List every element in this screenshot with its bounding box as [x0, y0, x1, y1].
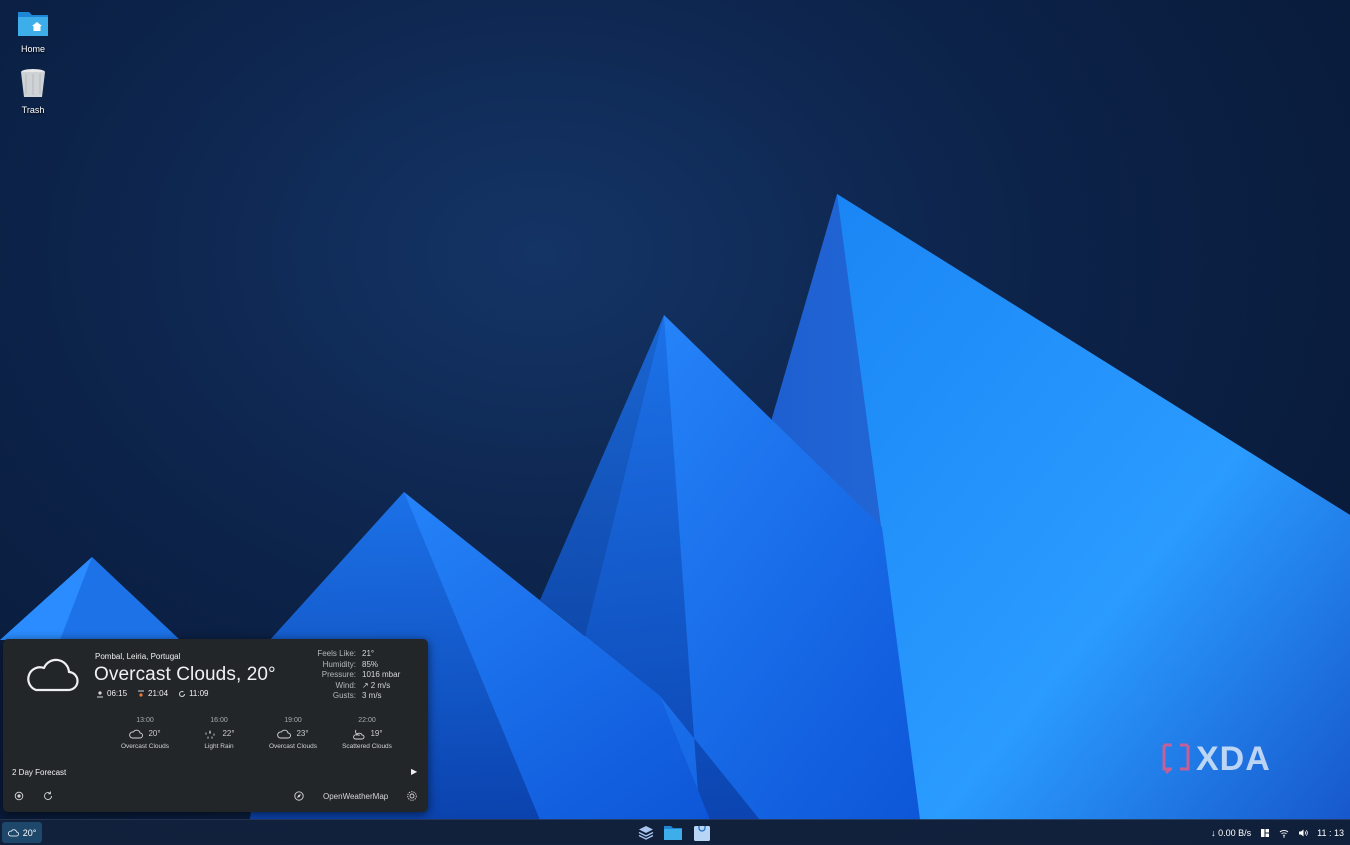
- app-store-icon[interactable]: [692, 823, 712, 842]
- detail-row: Wind: ↗ 2 m/s: [303, 681, 400, 692]
- volume-icon[interactable]: [1298, 828, 1308, 838]
- xda-logo-icon: [1162, 743, 1190, 774]
- weather-condition: Overcast Clouds, 20°: [94, 664, 276, 685]
- detail-value: 21°: [362, 649, 375, 658]
- sun-times: 06:15 21:04 11:09: [96, 689, 209, 698]
- hourly-item: 16:00 22° Light Rain: [182, 717, 256, 750]
- detail-value: 85%: [362, 659, 379, 669]
- xda-text: XDA: [1196, 740, 1271, 778]
- refresh-icon: [179, 690, 186, 697]
- detail-key: Gusts:: [332, 691, 356, 700]
- gear-icon: [407, 791, 417, 801]
- detail-value: 1016 mbar: [362, 670, 401, 679]
- detail-row: Pressure: 1016 mbar: [303, 670, 400, 681]
- hour-time: 16:00: [210, 717, 228, 724]
- desktop-icon-trash[interactable]: Trash: [3, 67, 63, 115]
- settings-button[interactable]: [406, 790, 418, 802]
- refresh-button[interactable]: [42, 790, 54, 802]
- xda-watermark: XDA: [1160, 740, 1271, 779]
- hour-temp: 20°: [148, 729, 161, 738]
- sunset-time: 21:04: [148, 689, 169, 698]
- hour-desc: Overcast Clouds: [120, 743, 170, 750]
- detail-key: Humidity:: [322, 659, 356, 669]
- weather-temp: 20°: [22, 827, 37, 838]
- cloud-icon: [277, 729, 292, 738]
- activities-icon[interactable]: [636, 823, 656, 842]
- pin-icon: [14, 791, 24, 801]
- hourly-item: 13:00 20° Overcast Clouds: [108, 717, 182, 750]
- compass-icon: [294, 791, 304, 801]
- cloud-icon: [27, 658, 79, 692]
- chevron-right-icon[interactable]: ▶: [411, 767, 417, 776]
- open-browser-button[interactable]: [293, 790, 305, 802]
- updated-time: 11:09: [189, 689, 209, 698]
- hour-temp: 22°: [222, 729, 235, 738]
- hour-desc: Overcast Clouds: [268, 743, 318, 750]
- hourly-item: 19:00 23° Overcast Clouds: [256, 717, 330, 750]
- hourly-forecast: 13:00 20° Overcast Clouds 16:00 22° Ligh…: [108, 717, 418, 750]
- weather-widget-button[interactable]: 20°: [2, 822, 42, 843]
- clock[interactable]: 11 : 13: [1317, 828, 1344, 838]
- cloud-icon: [7, 829, 19, 837]
- hour-desc: Scattered Clouds: [342, 743, 392, 750]
- cloud-icon: [129, 729, 144, 738]
- weather-location: Pombal, Leiria, Portugal: [95, 652, 181, 661]
- forecast-link[interactable]: 2 Day Forecast: [12, 768, 66, 777]
- pin-button[interactable]: [13, 790, 25, 802]
- hour-desc: Light Rain: [204, 743, 234, 750]
- sunset-icon: [138, 690, 145, 697]
- hour-temp: 19°: [370, 729, 383, 738]
- desktop-icon-label: Trash: [21, 105, 45, 115]
- detail-row: Humidity: 85%: [303, 660, 400, 671]
- system-tray: ↓ 0.00 B/s 11 : 13: [1211, 820, 1344, 845]
- desktop-icon-home[interactable]: Home: [3, 8, 63, 54]
- detail-value: 2 m/s: [370, 680, 391, 690]
- folder-home-icon: [18, 12, 48, 36]
- hourly-item: 22:00 19° Scattered Clouds: [330, 717, 404, 750]
- wifi-icon[interactable]: [1279, 828, 1289, 838]
- hour-time: 19:00: [284, 717, 302, 724]
- detail-row: Feels Like: 21°: [303, 649, 400, 660]
- detail-row: Gusts: 3 m/s: [303, 691, 400, 702]
- weather-details: Feels Like: 21° Humidity: 85% Pressure: 101…: [303, 649, 400, 702]
- file-manager-icon[interactable]: [663, 823, 683, 842]
- weather-popup: Pombal, Leiria, Portugal Overcast Clouds…: [3, 639, 428, 812]
- sunrise-icon: [97, 690, 103, 697]
- refresh-icon: [44, 791, 52, 800]
- sunrise-time: 06:15: [107, 689, 128, 698]
- rain-icon: [205, 729, 215, 739]
- taskbar: 20° ↓ 0.00 B/s 11 : 13: [0, 819, 1350, 845]
- detail-value: 3 m/s: [362, 691, 382, 700]
- clipboard-icon[interactable]: [1260, 828, 1270, 838]
- trash-icon: [21, 69, 45, 97]
- hour-time: 22:00: [358, 717, 376, 724]
- provider-link[interactable]: OpenWeatherMap: [323, 792, 388, 801]
- hour-time: 13:00: [136, 717, 154, 724]
- detail-key: Feels Like:: [317, 649, 356, 658]
- detail-key: Pressure:: [321, 670, 356, 679]
- detail-key: Wind:: [335, 680, 356, 690]
- network-speed: ↓ 0.00 B/s: [1211, 827, 1252, 838]
- hour-temp: 23°: [296, 729, 309, 738]
- wind-direction-icon: ↗: [362, 680, 369, 690]
- desktop-icon-label: Home: [20, 44, 45, 54]
- night-cloud-icon: [353, 729, 365, 739]
